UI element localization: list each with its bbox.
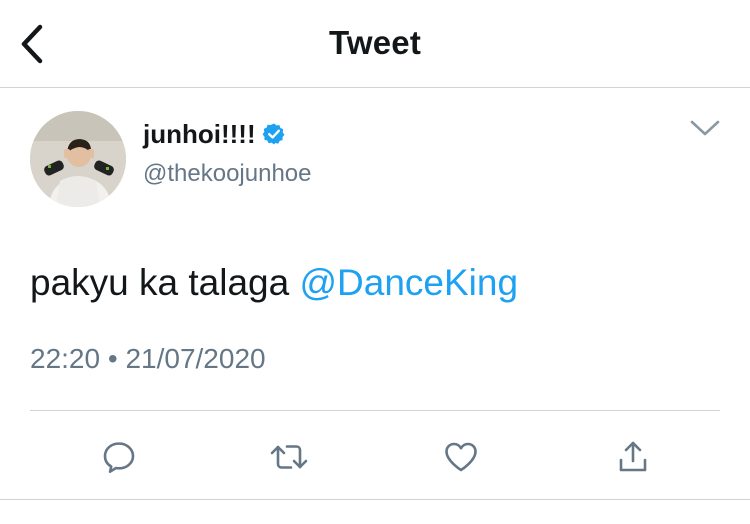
divider bbox=[30, 410, 720, 411]
author-name-row[interactable]: junhoi!!!! bbox=[143, 118, 286, 150]
reply-button[interactable] bbox=[99, 437, 139, 477]
top-bar: Tweet bbox=[0, 0, 750, 88]
tweet-text-body: pakyu ka talaga bbox=[30, 262, 300, 303]
tweet-time: 22:20 bbox=[30, 343, 101, 374]
bottom-divider bbox=[0, 499, 750, 500]
display-name[interactable]: junhoi!!!! bbox=[143, 119, 256, 150]
mention-link[interactable]: @DanceKing bbox=[299, 262, 518, 303]
share-button[interactable] bbox=[613, 437, 653, 477]
reply-bubble-icon bbox=[103, 442, 135, 473]
tweet-date: 21/07/2020 bbox=[125, 343, 266, 374]
avatar[interactable] bbox=[30, 111, 126, 207]
verified-badge-icon bbox=[262, 122, 286, 146]
retweet-button[interactable] bbox=[269, 437, 309, 477]
tweet-timestamp[interactable]: 22:20 • 21/07/2020 bbox=[30, 343, 266, 375]
like-button[interactable] bbox=[441, 437, 481, 477]
meta-separator: • bbox=[100, 343, 126, 374]
retweet-icon bbox=[270, 445, 308, 469]
heart-icon bbox=[445, 442, 477, 472]
user-handle[interactable]: @thekoojunhoe bbox=[143, 160, 312, 188]
share-icon bbox=[619, 441, 647, 472]
avatar-photo bbox=[30, 111, 126, 207]
page-title: Tweet bbox=[328, 24, 422, 61]
chevron-down-icon bbox=[690, 120, 720, 136]
tweet-menu-button[interactable] bbox=[688, 116, 722, 140]
tweet-text: pakyu ka talaga @DanceKing bbox=[30, 262, 518, 304]
